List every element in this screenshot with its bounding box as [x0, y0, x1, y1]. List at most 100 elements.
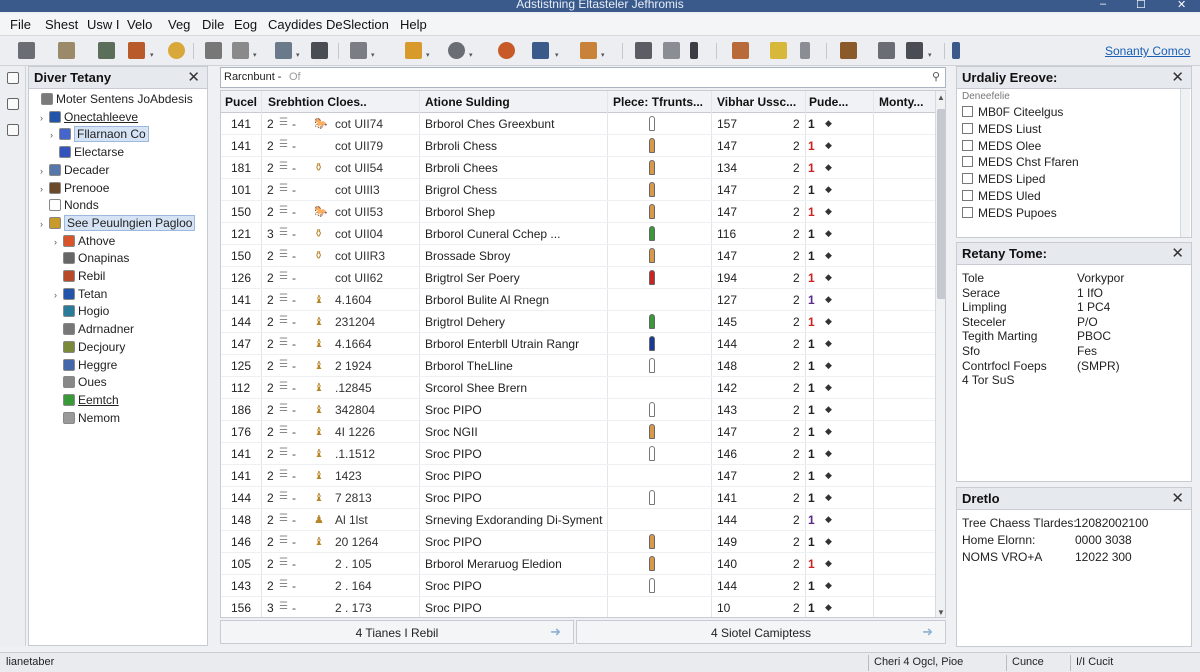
- status-cucit[interactable]: I/I Cucit: [1076, 656, 1113, 668]
- table-row[interactable]: 141 2 ☰ - 🐎 cot UII74 Brborol Ches Greexbunt 15…: [221, 113, 935, 135]
- col-monty[interactable]: Monty...: [879, 95, 923, 109]
- menu-usw[interactable]: Usw I: [87, 17, 120, 32]
- tree-item[interactable]: Hogio: [54, 304, 109, 321]
- chevron-right-icon[interactable]: ›: [40, 166, 49, 176]
- table-row[interactable]: 146 2 ☰ - ♝ 20 1264 Sroc PIPO 149 2 1 ◆: [221, 531, 935, 553]
- table-row[interactable]: 141 2 ☰ - ♝ .1.1512 Sroc PIPO 146 2 1 ◆: [221, 443, 935, 465]
- table-row[interactable]: 186 2 ☰ - ♝ 342804 Sroc PIPO 143 2 1 ◆: [221, 399, 935, 421]
- table-row[interactable]: 125 2 ☰ - ♝ 2 1924 Brborol TheLline 148 2 1 ◆: [221, 355, 935, 377]
- filter-checkbox-item[interactable]: MEDS Liped: [962, 172, 1045, 186]
- lock-icon[interactable]: [635, 42, 652, 59]
- path-input[interactable]: Rarcnbunt - Of ⚲: [220, 67, 946, 88]
- table-row[interactable]: 147 2 ☰ - ♝ 4.1664 Brborol Enterbll Utrain Ran…: [221, 333, 935, 355]
- menu-shest[interactable]: Shest: [45, 17, 78, 32]
- maximize-button[interactable]: ☐: [1136, 0, 1146, 11]
- filter-checkbox-item[interactable]: MEDS Olee: [962, 139, 1041, 153]
- table-icon[interactable]: [350, 42, 367, 59]
- filter-checkbox-item[interactable]: MB0F Citeelgus: [962, 105, 1063, 119]
- bug-icon[interactable]: [498, 42, 515, 59]
- table-row[interactable]: 181 2 ☰ - ⚱ cot UII54 Brbroli Chees 134 2 1 ◆: [221, 157, 935, 179]
- tree-item[interactable]: › Fllarnaon Co: [50, 126, 149, 144]
- tianes-rebil-button[interactable]: 4 Tianes I Rebil ➜: [220, 620, 574, 644]
- split-icon[interactable]: [952, 42, 960, 59]
- table-row[interactable]: 141 2 ☰ - ♝ 4.1604 Brborol Bulite Al Rnegn 127 2…: [221, 289, 935, 311]
- checkbox[interactable]: [962, 190, 973, 201]
- checkbox[interactable]: [962, 106, 973, 117]
- gear-icon[interactable]: [448, 42, 465, 59]
- grid-scrollbar[interactable]: ▲ ▼: [935, 91, 945, 617]
- table-row[interactable]: 112 2 ☰ - ♝ .12845 Srcorol Shee Brern 142 2 1 ◆: [221, 377, 935, 399]
- scroll-up-icon[interactable]: ▲: [937, 93, 945, 102]
- close-window-button[interactable]: ✕: [1177, 0, 1186, 11]
- tree-item[interactable]: › Onectahleeve: [40, 110, 138, 127]
- siotel-camiptess-button[interactable]: 4 Siotel Camiptess ➜: [576, 620, 946, 644]
- menu-velo[interactable]: Velo: [127, 17, 152, 32]
- close-icon[interactable]: ✕: [187, 68, 200, 86]
- table-row[interactable]: 176 2 ☰ - ♝ 4I 1226 Sroc NGII 147 2 1 ◆: [221, 421, 935, 443]
- tree-item[interactable]: Nonds: [40, 198, 99, 215]
- filter-checkbox-item[interactable]: MEDS Liust: [962, 122, 1041, 136]
- status-cunce[interactable]: Cunce: [1012, 656, 1044, 668]
- tree-item[interactable]: Heggre: [54, 358, 117, 375]
- table-row[interactable]: 126 2 ☰ - cot UII62 Brigtrol Ser Poery 194 2 1 ◆: [221, 267, 935, 289]
- tree-item[interactable]: Eemtch: [54, 393, 119, 410]
- close-icon[interactable]: ✕: [1171, 68, 1184, 86]
- col-srebhtion[interactable]: Srebhtion Cloes..: [268, 95, 367, 109]
- tree-item[interactable]: › Athove: [54, 234, 115, 251]
- col-plece[interactable]: Plece: Tfrunts...: [613, 95, 703, 109]
- paste-icon[interactable]: [232, 42, 249, 59]
- highlight-icon[interactable]: [770, 42, 787, 59]
- urdaliy-scrollbar[interactable]: [1180, 89, 1190, 237]
- checkbox[interactable]: [962, 173, 973, 185]
- table-row[interactable]: 144 2 ☰ - ♝ 231204 Brigtrol Dehery 145 2 1 ◆: [221, 311, 935, 333]
- filter-checkbox-item[interactable]: MEDS Pupoes: [962, 206, 1057, 220]
- tree-item[interactable]: › Decader: [40, 163, 109, 180]
- tree-item[interactable]: › See Peuulngien Pagloo: [40, 214, 196, 233]
- col-pucel[interactable]: Pucel: [225, 95, 257, 109]
- tree-item[interactable]: Decjoury: [54, 340, 125, 357]
- table-row[interactable]: 144 2 ☰ - ♝ 7 2813 Sroc PIPO 141 2 1 ◆: [221, 487, 935, 509]
- tree-item[interactable]: Rebil: [54, 269, 105, 286]
- tree-item[interactable]: Adrnadner: [54, 322, 134, 339]
- checkbox[interactable]: [962, 139, 973, 151]
- scroll-down-icon[interactable]: ▼: [937, 608, 945, 617]
- col-pude[interactable]: Pude...: [809, 95, 848, 109]
- wrench-icon[interactable]: [275, 42, 292, 59]
- tree-item[interactable]: Onapinas: [54, 251, 129, 268]
- monitor-icon[interactable]: [311, 42, 328, 59]
- folder-icon[interactable]: [580, 42, 597, 59]
- table-row[interactable]: 141 2 ☰ - cot UII79 Brbroli Chess 147 2 1 ◆: [221, 135, 935, 157]
- menu-caydides[interactable]: Caydides: [268, 17, 322, 32]
- layers-icon[interactable]: [7, 98, 19, 110]
- tree-item[interactable]: › Prenooe: [40, 181, 109, 198]
- table-row[interactable]: 150 2 ☰ - ⚱ cot UIIR3 Brossade Sbroy 147 2 1 ◆: [221, 245, 935, 267]
- export-icon[interactable]: [906, 42, 923, 59]
- table-row[interactable]: 141 2 ☰ - ♝ 1423 Sroc PIPO 147 2 1 ◆: [221, 465, 935, 487]
- table-row[interactable]: 150 2 ☰ - 🐎 cot UII53 Brborol Shep 147 2 1 ◆: [221, 201, 935, 223]
- star-icon[interactable]: [168, 42, 185, 59]
- chevron-right-icon[interactable]: ›: [40, 219, 49, 229]
- tools-icon[interactable]: [840, 42, 857, 59]
- filter-checkbox-item[interactable]: MEDS Uled: [962, 189, 1041, 203]
- menu-veg[interactable]: Veg: [168, 17, 190, 32]
- table-row[interactable]: 156 3 ☰ - 2 . 173 Sroc PIPO 10 2 1 ◆: [221, 597, 935, 617]
- bottle-icon[interactable]: [800, 42, 810, 59]
- menu-help[interactable]: Help: [400, 17, 427, 32]
- print-icon[interactable]: [58, 42, 75, 59]
- table-row[interactable]: 148 2 ☰ - ♟ Al 1lst Srneving Exdoranding Di-Sy…: [221, 509, 935, 531]
- tree-item[interactable]: Moter Sentens JoAbdesis: [32, 92, 193, 109]
- checkbox[interactable]: [962, 156, 973, 168]
- bookmark-icon[interactable]: [878, 42, 895, 59]
- tree-item[interactable]: Oues: [54, 375, 107, 392]
- search-icon[interactable]: ⚲: [932, 70, 940, 83]
- close-icon[interactable]: ✕: [1171, 489, 1184, 507]
- cut-icon[interactable]: [128, 42, 145, 59]
- toolbar-link[interactable]: Sonanty Comco: [1105, 44, 1190, 58]
- table-row[interactable]: 105 2 ☰ - 2 . 105 Brborol Meraruog Eledion 140…: [221, 553, 935, 575]
- play-icon[interactable]: [405, 42, 422, 59]
- col-atione[interactable]: Atione Sulding: [425, 95, 510, 109]
- menu-eog[interactable]: Eog: [234, 17, 257, 32]
- grid-icon[interactable]: [98, 42, 115, 59]
- table-row[interactable]: 101 2 ☰ - cot UIII3 Brigrol Chess 147 2 1 ◆: [221, 179, 935, 201]
- chevron-right-icon[interactable]: ›: [54, 237, 63, 247]
